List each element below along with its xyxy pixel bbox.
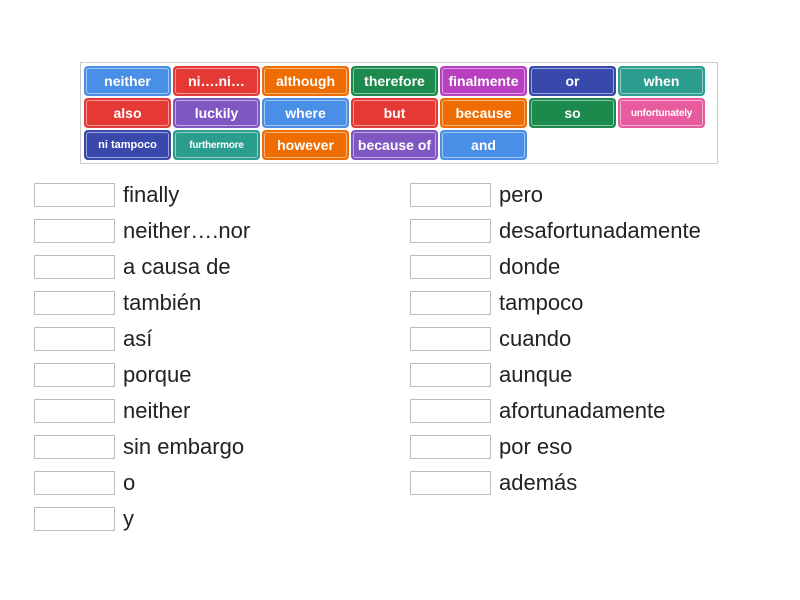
word-tile[interactable]: also: [84, 98, 171, 128]
answer-label: desafortunadamente: [499, 218, 701, 244]
answer-row: y: [34, 504, 410, 534]
drop-slot[interactable]: [410, 291, 491, 315]
answer-label: tampoco: [499, 290, 583, 316]
answer-row: porque: [34, 360, 410, 390]
word-tile[interactable]: where: [262, 98, 349, 128]
answer-row: así: [34, 324, 410, 354]
answer-label: aunque: [499, 362, 572, 388]
answer-label: además: [499, 470, 577, 496]
answer-label: sin embargo: [123, 434, 244, 460]
answer-label: también: [123, 290, 201, 316]
activity-stage: neitherni….ni…althoughthereforefinalment…: [0, 0, 800, 600]
answer-label: a causa de: [123, 254, 231, 280]
answer-label: o: [123, 470, 135, 496]
answer-row: cuando: [410, 324, 786, 354]
word-tile[interactable]: although: [262, 66, 349, 96]
answer-row: finally: [34, 180, 410, 210]
word-tile[interactable]: when: [618, 66, 705, 96]
answer-row: o: [34, 468, 410, 498]
drop-slot[interactable]: [410, 327, 491, 351]
tile-tray: neitherni….ni…althoughthereforefinalment…: [80, 62, 718, 164]
drop-slot[interactable]: [410, 219, 491, 243]
answers-area: finally neither….nor a causa de también así p…: [34, 180, 786, 534]
word-tile[interactable]: however: [262, 130, 349, 160]
word-tile[interactable]: luckily: [173, 98, 260, 128]
answer-label: pero: [499, 182, 543, 208]
answer-label: donde: [499, 254, 560, 280]
drop-slot[interactable]: [34, 471, 115, 495]
answer-label: finally: [123, 182, 179, 208]
drop-slot[interactable]: [410, 471, 491, 495]
word-tile[interactable]: neither: [84, 66, 171, 96]
word-tile[interactable]: so: [529, 98, 616, 128]
drop-slot[interactable]: [34, 219, 115, 243]
answer-row: donde: [410, 252, 786, 282]
drop-slot[interactable]: [410, 363, 491, 387]
answer-row: sin embargo: [34, 432, 410, 462]
answer-label: y: [123, 506, 134, 532]
answer-row: a causa de: [34, 252, 410, 282]
word-tile[interactable]: furthermore: [173, 130, 260, 160]
answer-row: neither: [34, 396, 410, 426]
drop-slot[interactable]: [410, 183, 491, 207]
answer-row: aunque: [410, 360, 786, 390]
answers-column-right: pero desafortunadamente donde tampoco cuando…: [410, 180, 786, 534]
answer-row: desafortunadamente: [410, 216, 786, 246]
drop-slot[interactable]: [410, 435, 491, 459]
answer-label: por eso: [499, 434, 572, 460]
answer-row: tampoco: [410, 288, 786, 318]
word-tile[interactable]: unfortunately: [618, 98, 705, 128]
answer-row: además: [410, 468, 786, 498]
drop-slot[interactable]: [410, 255, 491, 279]
word-tile[interactable]: or: [529, 66, 616, 96]
drop-slot[interactable]: [34, 255, 115, 279]
drop-slot[interactable]: [34, 183, 115, 207]
word-tile[interactable]: finalmente: [440, 66, 527, 96]
answer-label: afortunadamente: [499, 398, 665, 424]
drop-slot[interactable]: [34, 507, 115, 531]
drop-slot[interactable]: [34, 291, 115, 315]
word-tile[interactable]: and: [440, 130, 527, 160]
answer-row: también: [34, 288, 410, 318]
word-tile[interactable]: because: [440, 98, 527, 128]
answer-label: neither: [123, 398, 190, 424]
drop-slot[interactable]: [34, 435, 115, 459]
answer-label: cuando: [499, 326, 571, 352]
word-tile[interactable]: because of: [351, 130, 438, 160]
answer-label: porque: [123, 362, 192, 388]
drop-slot[interactable]: [34, 363, 115, 387]
drop-slot[interactable]: [410, 399, 491, 423]
word-tile[interactable]: ni….ni…: [173, 66, 260, 96]
word-tile[interactable]: but: [351, 98, 438, 128]
word-tile[interactable]: ni tampoco: [84, 130, 171, 160]
answer-row: neither….nor: [34, 216, 410, 246]
answer-row: por eso: [410, 432, 786, 462]
answer-label: así: [123, 326, 152, 352]
answers-column-left: finally neither….nor a causa de también así p…: [34, 180, 410, 534]
answer-label: neither….nor: [123, 218, 250, 244]
word-tile[interactable]: therefore: [351, 66, 438, 96]
drop-slot[interactable]: [34, 399, 115, 423]
drop-slot[interactable]: [34, 327, 115, 351]
answer-row: afortunadamente: [410, 396, 786, 426]
answer-row: pero: [410, 180, 786, 210]
